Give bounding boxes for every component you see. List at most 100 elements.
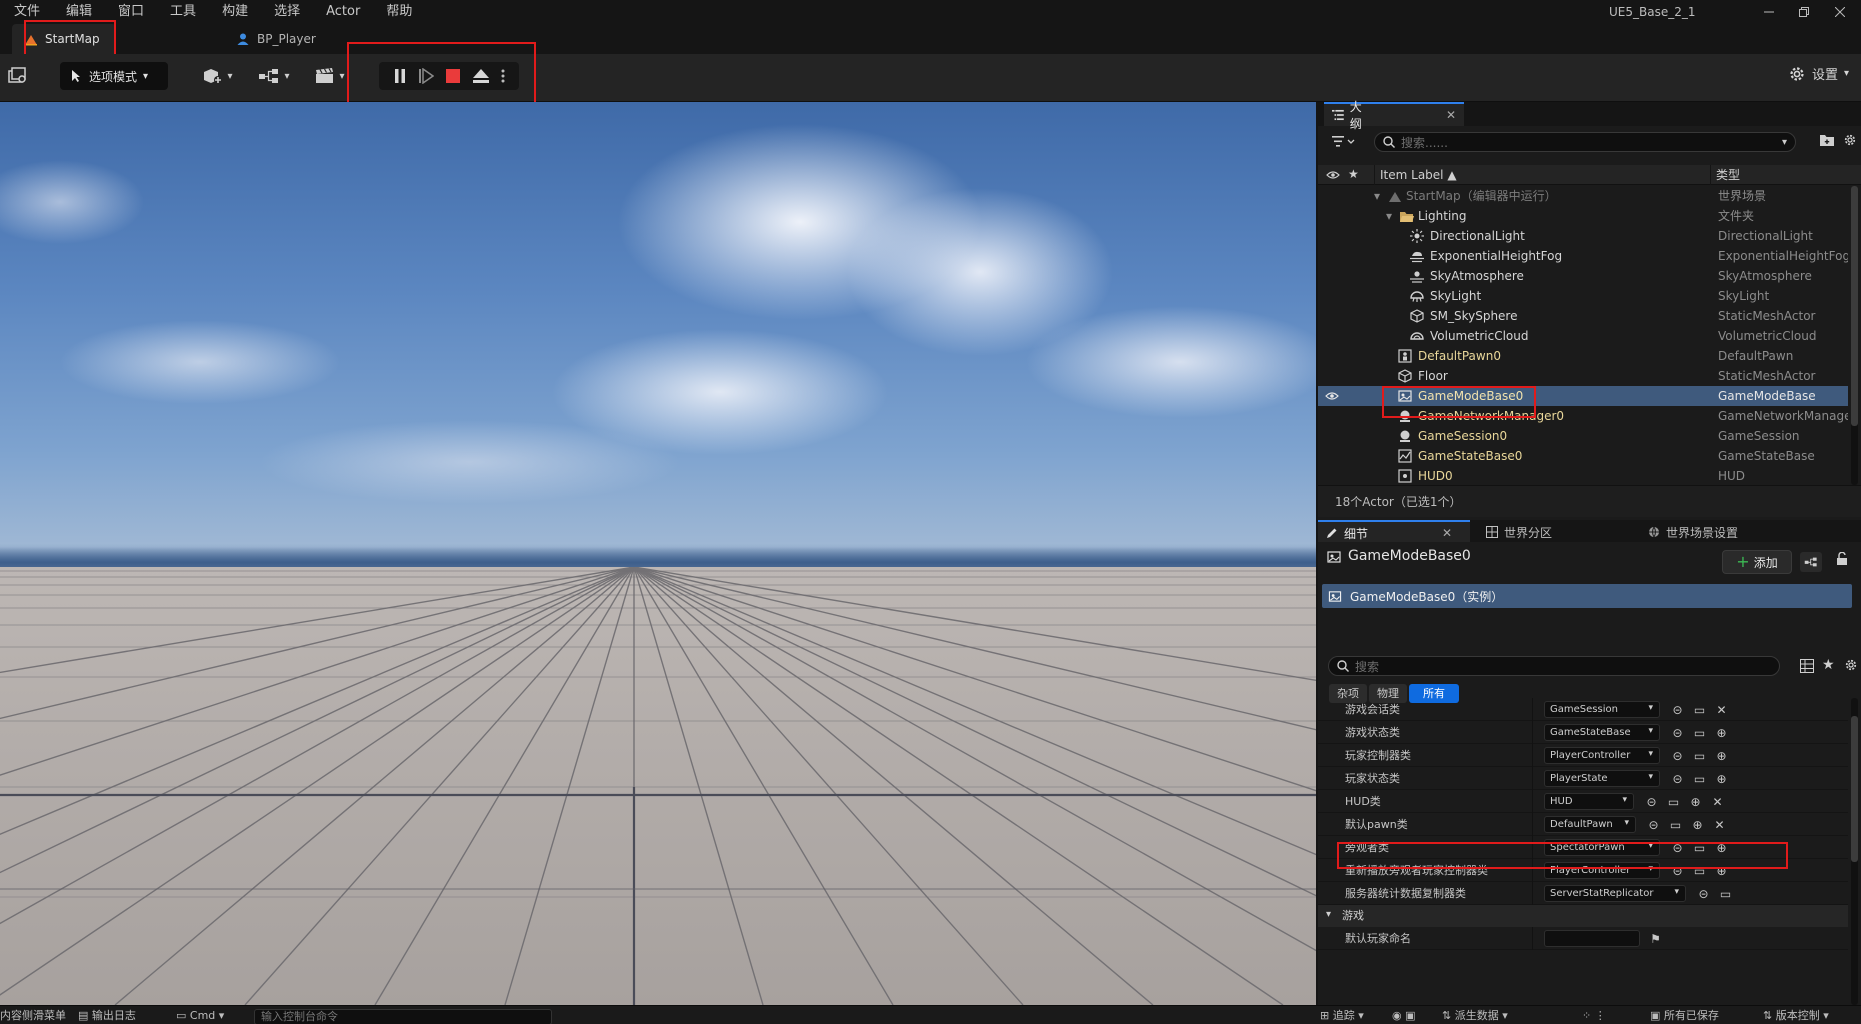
tree-row-directionallight[interactable]: DirectionalLight DirectionalLight bbox=[1318, 226, 1848, 246]
class-picker-combo[interactable]: GameSession ▾ bbox=[1544, 701, 1660, 718]
minimize-button[interactable] bbox=[1749, 0, 1789, 24]
browse-asset-icon[interactable]: ▭ bbox=[1668, 817, 1683, 832]
outliner-scrollbar[interactable] bbox=[1851, 186, 1858, 485]
clear-x-icon[interactable]: ✕ bbox=[1714, 702, 1729, 717]
cmd-selector[interactable]: ▭ Cmd ▾ bbox=[176, 1006, 224, 1024]
tab-world-settings[interactable]: 世界场景设置 bbox=[1640, 520, 1800, 544]
details-settings-button[interactable] bbox=[1844, 658, 1858, 675]
chevron-down-icon[interactable]: ▾ bbox=[1782, 137, 1787, 148]
close-tab-icon[interactable]: ✕ bbox=[1446, 108, 1456, 122]
class-picker-combo[interactable]: PlayerController ▾ bbox=[1544, 862, 1660, 879]
output-log-button[interactable]: ▤ 输出日志 bbox=[78, 1006, 136, 1024]
tree-row-skylight[interactable]: SkyLight SkyLight bbox=[1318, 286, 1848, 306]
eject-button[interactable] bbox=[472, 68, 490, 84]
expand-arrow-icon[interactable]: ▾ bbox=[1386, 206, 1392, 226]
add-new-icon[interactable]: ⊕ bbox=[1714, 725, 1729, 740]
tree-row-defaultpawn0[interactable]: DefaultPawn0 DefaultPawn bbox=[1318, 346, 1848, 366]
flag-icon[interactable]: ⚑ bbox=[1648, 931, 1663, 946]
component-tree-root[interactable]: GameModeBase0（实例） bbox=[1322, 584, 1852, 608]
tree-row-lighting-folder[interactable]: ▾ Lighting 文件夹 bbox=[1318, 206, 1848, 226]
revision-icons[interactable]: ⁘ ⋮ bbox=[1582, 1006, 1606, 1024]
details-search-input[interactable]: 搜索 bbox=[1328, 656, 1780, 676]
class-picker-combo[interactable]: PlayerState ▾ bbox=[1544, 770, 1660, 787]
derived-data-button[interactable]: ⇅ 派生数据 ▾ bbox=[1442, 1006, 1508, 1024]
class-picker-combo[interactable]: ServerStatReplicator ▾ bbox=[1544, 885, 1686, 902]
clear-x-icon[interactable]: ✕ bbox=[1710, 794, 1725, 809]
blueprint-button[interactable] bbox=[1800, 552, 1822, 572]
menu-tools[interactable]: 工具 bbox=[157, 0, 209, 24]
section-game[interactable]: ▾ 游戏 bbox=[1318, 905, 1848, 927]
pin-column-icon[interactable]: ★ bbox=[1348, 167, 1359, 181]
tree-row-gamemodebase0[interactable]: GameModeBase0 GameModeBase bbox=[1318, 386, 1848, 406]
console-command-input[interactable]: 输入控制台命令 bbox=[254, 1009, 552, 1024]
add-actor-button[interactable]: ▾ bbox=[198, 64, 238, 88]
content-drawer-button[interactable]: 内容侧滑菜单 bbox=[0, 1006, 66, 1024]
favorites-star-icon[interactable]: ★ bbox=[1822, 657, 1835, 673]
menu-select[interactable]: 选择 bbox=[261, 0, 313, 24]
pause-button[interactable] bbox=[393, 68, 407, 84]
browse-back-icon[interactable]: ⊝ bbox=[1646, 817, 1661, 832]
close-tab-icon[interactable]: ✕ bbox=[1442, 526, 1452, 540]
tree-row-gamestatebase0[interactable]: GameStateBase0 GameStateBase bbox=[1318, 446, 1848, 466]
browse-asset-icon[interactable]: ▭ bbox=[1692, 725, 1707, 740]
class-picker-combo[interactable]: SpectatorPawn ▾ bbox=[1544, 839, 1660, 856]
add-new-icon[interactable]: ⊕ bbox=[1688, 794, 1703, 809]
menu-file[interactable]: 文件 bbox=[0, 0, 53, 24]
browse-asset-icon[interactable]: ▭ bbox=[1692, 702, 1707, 717]
tab-details[interactable]: 细节 ✕ bbox=[1318, 520, 1470, 544]
play-options-button[interactable] bbox=[501, 68, 505, 84]
tree-row-volumetriccloud[interactable]: VolumetricCloud VolumetricCloud bbox=[1318, 326, 1848, 346]
browse-back-icon[interactable]: ⊝ bbox=[1670, 771, 1685, 786]
frame-skip-button[interactable] bbox=[418, 68, 434, 84]
all-saved-button[interactable]: ▣ 所有已保存 bbox=[1650, 1006, 1719, 1024]
lock-button[interactable] bbox=[1836, 551, 1848, 569]
add-new-icon[interactable]: ⊕ bbox=[1690, 817, 1705, 832]
browse-back-icon[interactable]: ⊝ bbox=[1670, 748, 1685, 763]
menu-actor[interactable]: Actor bbox=[313, 0, 373, 24]
menu-window[interactable]: 窗口 bbox=[105, 0, 157, 24]
class-picker-combo[interactable]: PlayerController ▾ bbox=[1544, 747, 1660, 764]
scrollbar-thumb[interactable] bbox=[1851, 186, 1858, 426]
player-name-input[interactable] bbox=[1544, 930, 1640, 947]
browse-asset-icon[interactable]: ▭ bbox=[1692, 840, 1707, 855]
tree-row-sm-skysphere[interactable]: SM_SkySphere StaticMeshActor bbox=[1318, 306, 1848, 326]
browse-back-icon[interactable]: ⊝ bbox=[1670, 863, 1685, 878]
tab-world-partition[interactable]: 世界分区 bbox=[1478, 520, 1618, 544]
tab-outliner[interactable]: 大纲 ✕ bbox=[1324, 100, 1464, 131]
column-item-label[interactable]: Item Label ▲ bbox=[1374, 165, 1457, 185]
mode-selector-button[interactable]: 选项模式 ▾ bbox=[60, 62, 168, 90]
close-window-button[interactable] bbox=[1820, 0, 1860, 24]
add-new-icon[interactable]: ⊕ bbox=[1714, 771, 1729, 786]
clear-x-icon[interactable]: ✕ bbox=[1712, 817, 1727, 832]
outliner-search-input[interactable]: 搜索...... ▾ bbox=[1374, 132, 1796, 152]
tree-row-gamenetworkmanager0[interactable]: GameNetworkManager0 GameNetworkManage bbox=[1318, 406, 1848, 426]
trace-button[interactable]: ⊞ 追踪 ▾ bbox=[1320, 1006, 1364, 1024]
class-picker-combo[interactable]: HUD ▾ bbox=[1544, 793, 1634, 810]
details-scrollbar[interactable] bbox=[1851, 698, 1858, 1005]
browse-back-icon[interactable]: ⊝ bbox=[1670, 840, 1685, 855]
filter-button[interactable] bbox=[1332, 136, 1356, 151]
save-level-button[interactable] bbox=[6, 64, 30, 88]
browse-asset-icon[interactable]: ▭ bbox=[1666, 794, 1681, 809]
browse-back-icon[interactable]: ⊝ bbox=[1696, 886, 1711, 901]
browse-asset-icon[interactable]: ▭ bbox=[1692, 771, 1707, 786]
maximize-button[interactable] bbox=[1784, 0, 1824, 24]
level-viewport[interactable] bbox=[0, 102, 1316, 1005]
outliner-settings-button[interactable] bbox=[1843, 133, 1857, 150]
source-control-button[interactable]: ⇅ 版本控制 ▾ bbox=[1763, 1006, 1829, 1024]
class-picker-combo[interactable]: DefaultPawn ▾ bbox=[1544, 816, 1636, 833]
tree-row-startmap[interactable]: ▾ StartMap（编辑器中运行） 世界场景 bbox=[1318, 186, 1848, 206]
add-new-icon[interactable]: ⊕ bbox=[1714, 840, 1729, 855]
scrollbar-thumb[interactable] bbox=[1851, 716, 1858, 862]
expand-arrow-icon[interactable]: ▾ bbox=[1374, 186, 1380, 206]
blueprints-button[interactable]: ▾ bbox=[254, 64, 294, 88]
tree-row-exponentialheightfog[interactable]: ExponentialHeightFog ExponentialHeightFo… bbox=[1318, 246, 1848, 266]
tab-startmap[interactable]: StartMap bbox=[12, 24, 116, 54]
collapse-arrow-icon[interactable]: ▾ bbox=[1326, 909, 1331, 920]
status-icons[interactable]: ◉ ▣ bbox=[1392, 1006, 1416, 1024]
browse-back-icon[interactable]: ⊝ bbox=[1670, 725, 1685, 740]
browse-back-icon[interactable]: ⊝ bbox=[1670, 702, 1685, 717]
tree-row-hud0[interactable]: HUD0 HUD bbox=[1318, 466, 1848, 485]
browse-asset-icon[interactable]: ▭ bbox=[1692, 748, 1707, 763]
column-type[interactable]: 类型 bbox=[1716, 165, 1740, 185]
